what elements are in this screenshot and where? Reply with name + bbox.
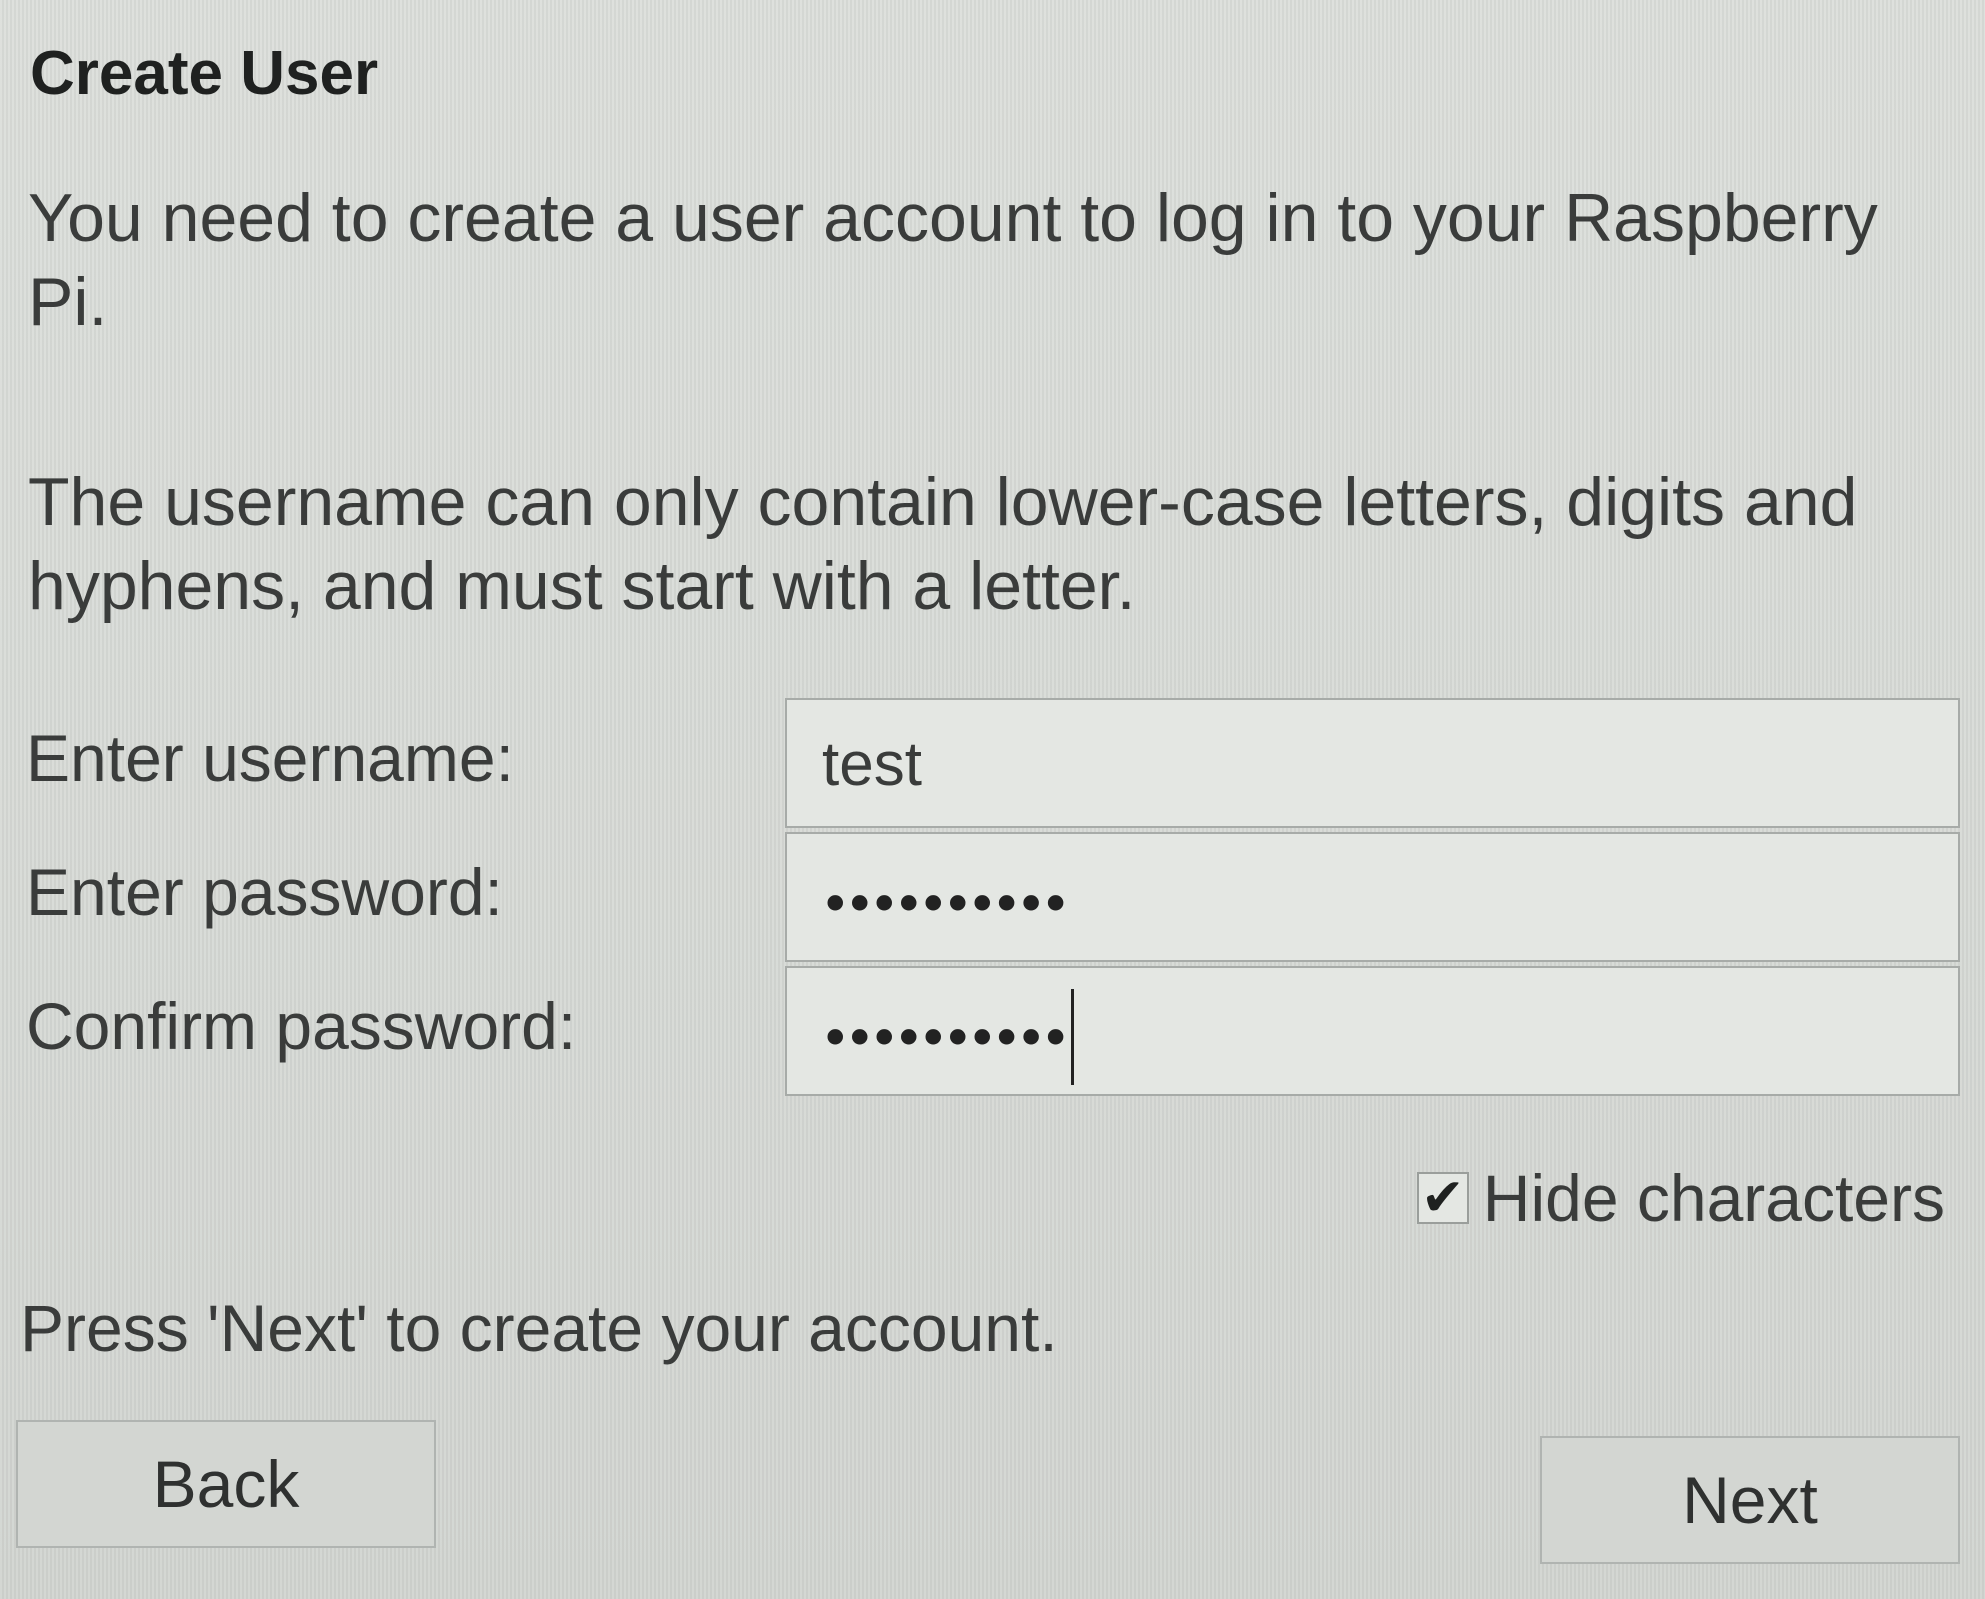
confirm-password-input[interactable]: ••••••••••: [785, 966, 1960, 1096]
username-value: test: [822, 730, 922, 799]
hide-characters-checkbox[interactable]: ✔: [1416, 1169, 1469, 1227]
username-input[interactable]: test: [785, 698, 1960, 828]
text-cursor: [1070, 988, 1074, 1085]
back-button[interactable]: Back: [16, 1420, 436, 1548]
confirm-password-label: Confirm password:: [26, 989, 577, 1063]
intro-text: You need to create a user account to log…: [28, 180, 1878, 340]
next-button[interactable]: Next: [1540, 1436, 1960, 1564]
create-user-dialog: Create User You need to create a user ac…: [0, 0, 1985, 1599]
confirm-password-masked-value: ••••••••••: [822, 1013, 1069, 1064]
hide-characters-label[interactable]: Hide characters: [1483, 1160, 1945, 1236]
checkmark-icon: ✔: [1421, 1169, 1465, 1227]
password-masked-value: ••••••••••: [822, 879, 1069, 930]
password-input[interactable]: ••••••••••: [785, 832, 1960, 962]
username-label: Enter username:: [26, 721, 514, 795]
instruction-text: Press 'Next' to create your account.: [20, 1291, 1058, 1365]
password-label: Enter password:: [26, 855, 503, 929]
hide-characters-toggle[interactable]: ✔ Hide characters: [1416, 1160, 1945, 1236]
username-rules-text: The username can only contain lower-case…: [28, 464, 1858, 624]
dialog-title: Create User: [30, 39, 379, 108]
